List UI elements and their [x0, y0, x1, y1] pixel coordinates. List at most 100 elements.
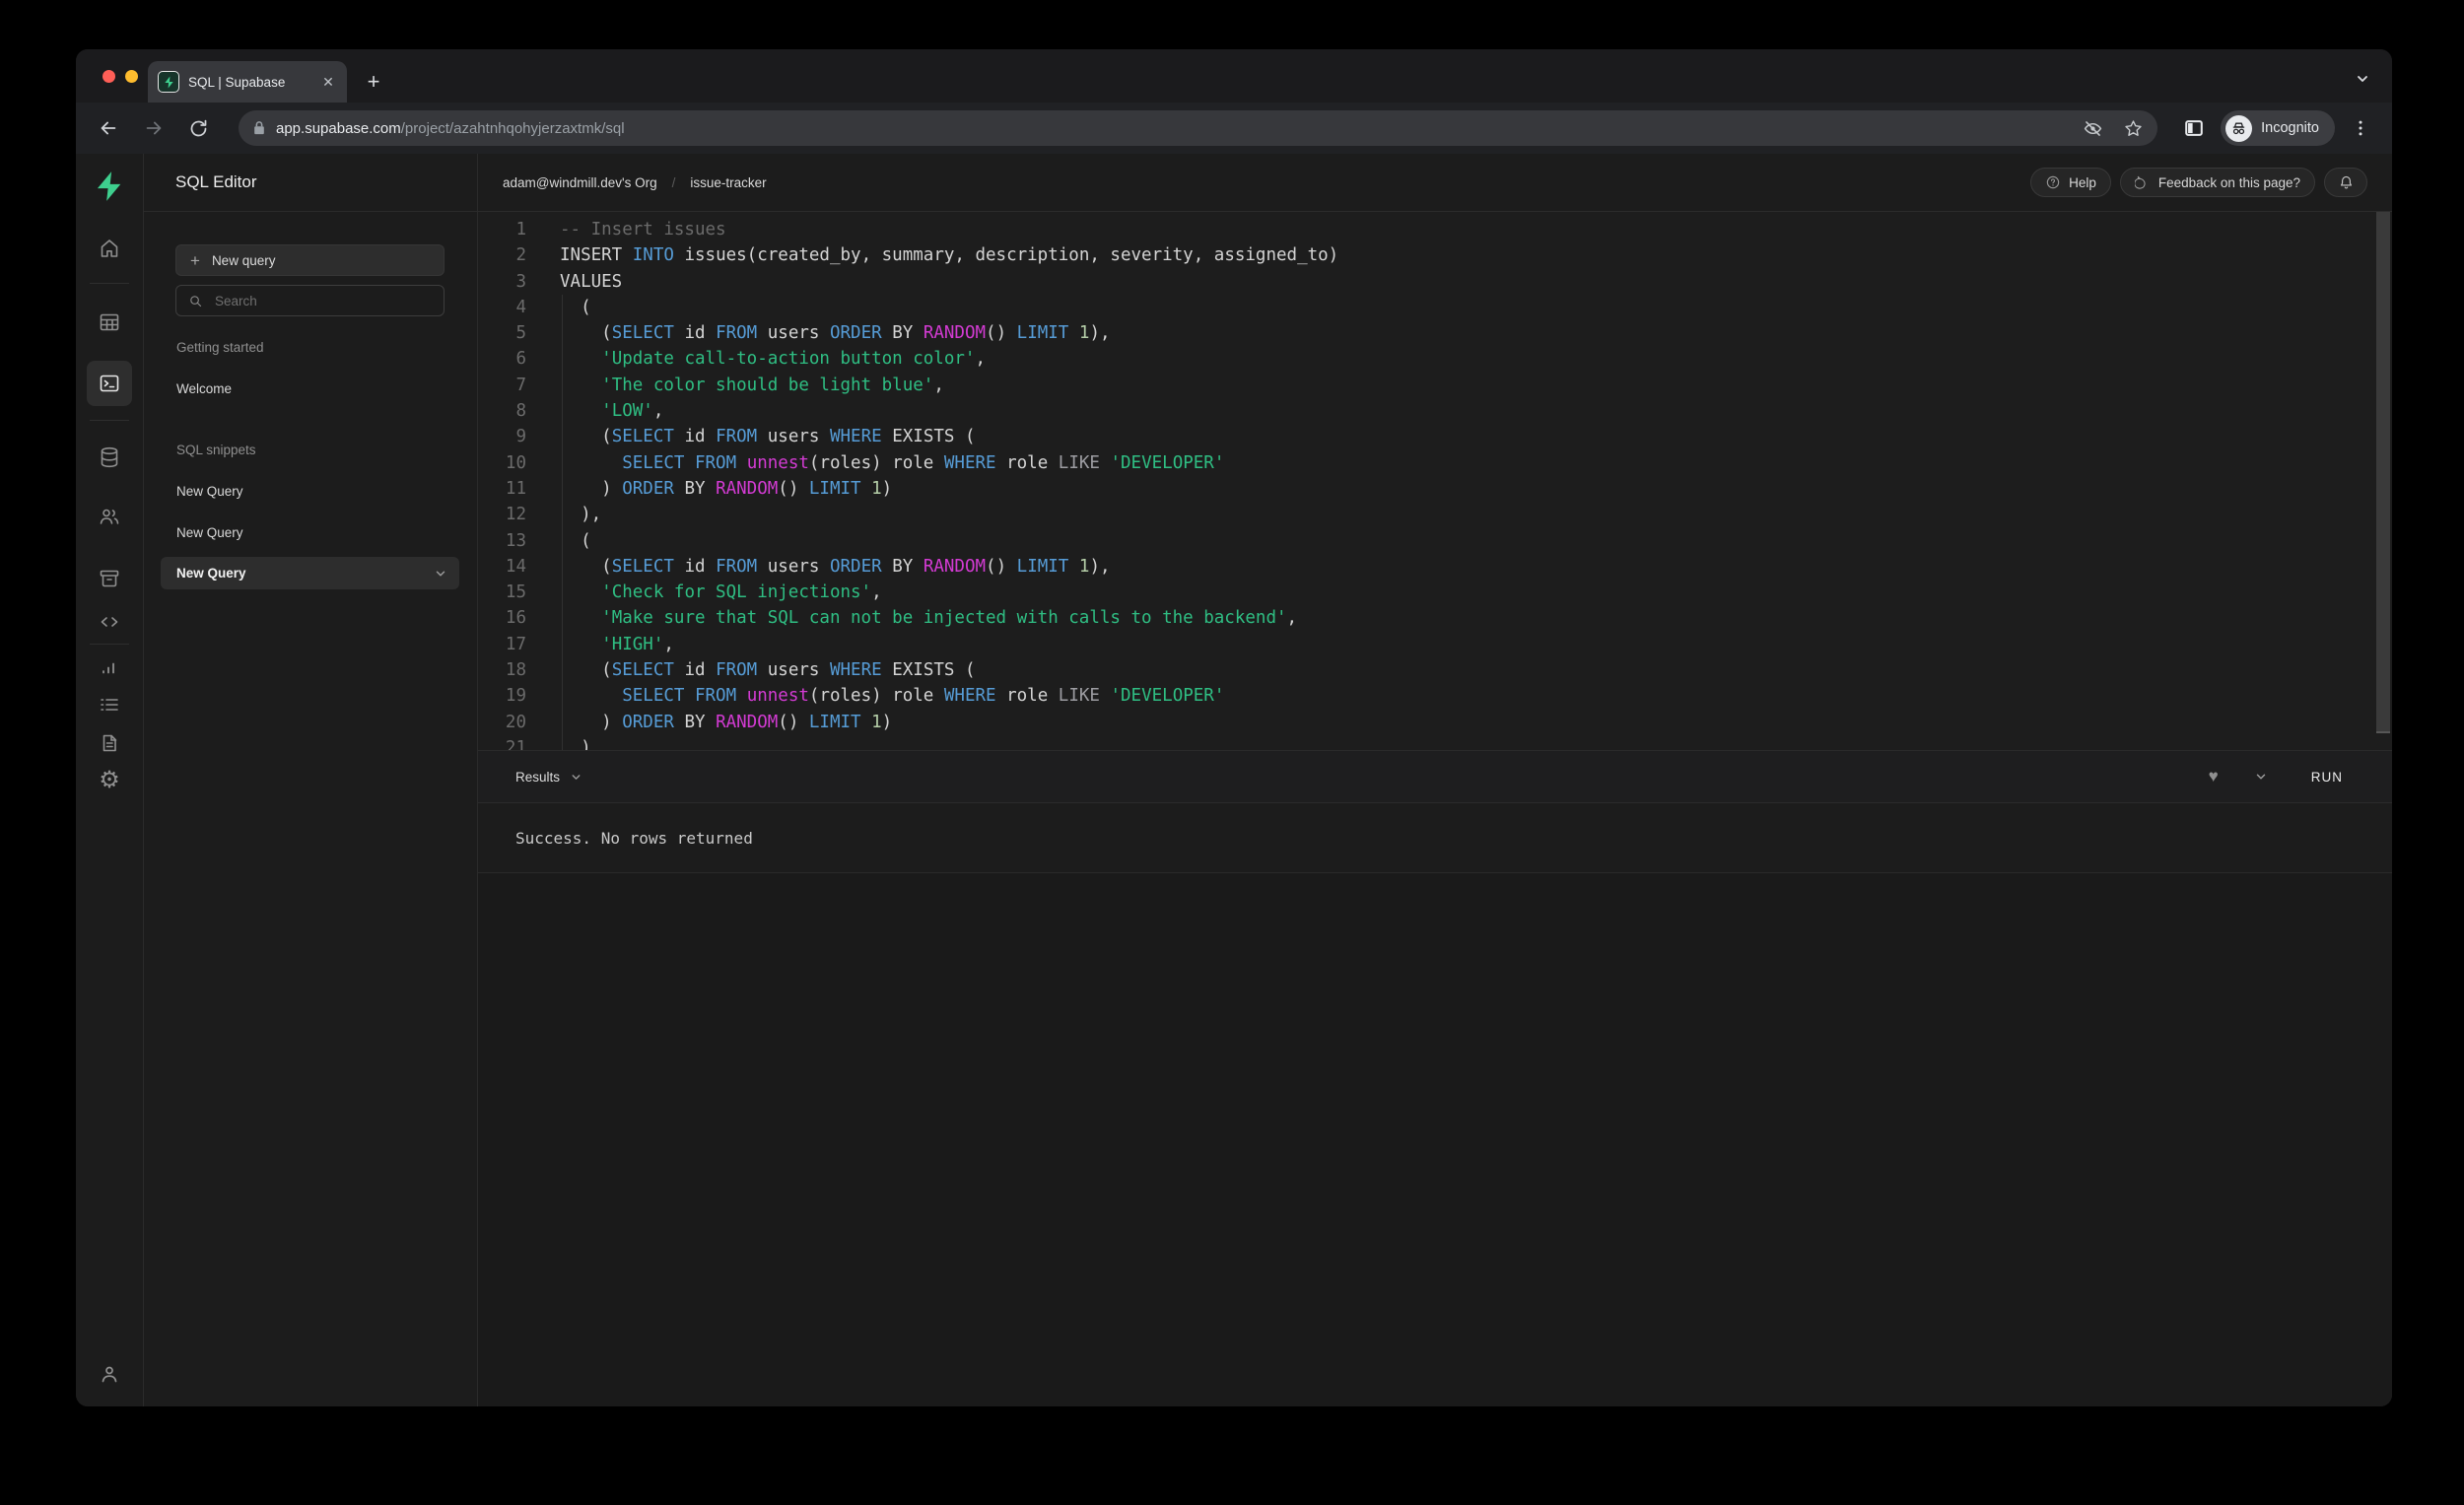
- table-editor-icon[interactable]: [98, 310, 121, 334]
- code-line[interactable]: 10 SELECT FROM unnest(roles) role WHERE …: [478, 450, 2392, 476]
- account-icon[interactable]: [98, 1362, 121, 1386]
- code-token: LIKE: [1058, 686, 1100, 707]
- storage-icon[interactable]: [98, 567, 121, 590]
- snippet-item[interactable]: Welcome: [175, 368, 445, 409]
- code-line[interactable]: 8 'LOW',: [478, 398, 2392, 424]
- code-token: id: [673, 323, 717, 344]
- code-text: ) ORDER BY RANDOM() LIMIT 1): [526, 476, 892, 502]
- tab-close-icon[interactable]: ✕: [319, 73, 337, 91]
- favorite-heart-icon[interactable]: ♥: [2209, 767, 2219, 787]
- code-token: (: [560, 660, 612, 681]
- api-docs-icon[interactable]: [98, 731, 121, 755]
- line-number: 8: [515, 401, 526, 422]
- results-bar: Results ♥ RUN: [478, 750, 2392, 803]
- back-icon[interactable]: [98, 117, 119, 139]
- side-panel-icon[interactable]: [2183, 117, 2205, 139]
- new-query-button[interactable]: + New query: [175, 244, 445, 276]
- app-sidebar: ⚙: [76, 154, 144, 1406]
- minimize-window-button[interactable]: [125, 70, 138, 83]
- help-button[interactable]: Help: [2030, 168, 2111, 197]
- code-line[interactable]: 9 (SELECT id FROM users WHERE EXISTS (: [478, 424, 2392, 449]
- sql-code-editor[interactable]: 1 -- Insert issues 2 INSERT INTO issues(cre…: [478, 212, 2392, 750]
- code-token: FROM: [716, 323, 758, 344]
- code-token: id: [673, 427, 717, 447]
- supabase-logo-icon[interactable]: [93, 170, 126, 203]
- code-line[interactable]: 2 INSERT INTO issues(created_by, summary,…: [478, 242, 2392, 268]
- code-line[interactable]: 13 (: [478, 528, 2392, 554]
- snippet-item[interactable]: New Query: [175, 512, 445, 553]
- database-icon[interactable]: [98, 445, 121, 469]
- search-input[interactable]: [213, 292, 432, 309]
- breadcrumb-org[interactable]: adam@windmill.dev's Org: [503, 175, 657, 190]
- browser-menu-icon[interactable]: [2351, 118, 2370, 138]
- main-area: adam@windmill.dev's Org / issue-tracker …: [478, 154, 2392, 1406]
- code-line[interactable]: 6 'Update call-to-action button color',: [478, 346, 2392, 372]
- snippet-item[interactable]: New Query: [175, 470, 445, 512]
- results-dropdown[interactable]: Results: [515, 770, 582, 785]
- breadcrumb-project[interactable]: issue-tracker: [690, 175, 766, 190]
- auth-users-icon[interactable]: [98, 505, 121, 528]
- incognito-badge[interactable]: Incognito: [2221, 110, 2335, 146]
- forward-icon[interactable]: [143, 117, 165, 139]
- code-line[interactable]: 1 -- Insert issues: [478, 217, 2392, 242]
- line-number: 4: [515, 297, 526, 317]
- sidebar-divider: [90, 420, 129, 421]
- code-line[interactable]: 17 'HIGH',: [478, 632, 2392, 657]
- code-line[interactable]: 11 ) ORDER BY RANDOM() LIMIT 1): [478, 476, 2392, 502]
- tab-strip-chevron-icon[interactable]: [2355, 71, 2370, 92]
- code-token: FROM: [716, 556, 758, 577]
- settings-gear-icon[interactable]: ⚙: [99, 769, 120, 792]
- close-window-button[interactable]: [103, 70, 115, 83]
- notifications-button[interactable]: [2324, 168, 2367, 197]
- tab-title: SQL | Supabase: [188, 74, 286, 90]
- logs-icon[interactable]: [98, 693, 121, 717]
- code-token: FROM: [716, 427, 758, 447]
- code-line[interactable]: 14 (SELECT id FROM users ORDER BY RANDOM…: [478, 554, 2392, 580]
- code-token: 'DEVELOPER': [1110, 452, 1225, 473]
- code-line[interactable]: 15 'Check for SQL injections',: [478, 580, 2392, 605]
- new-tab-button[interactable]: +: [361, 69, 386, 95]
- tab-strip: SQL | Supabase ✕ +: [76, 49, 2392, 103]
- code-token: VALUES: [560, 271, 623, 292]
- code-line[interactable]: 20 ) ORDER BY RANDOM() LIMIT 1): [478, 710, 2392, 735]
- run-options-chevron-icon[interactable]: [2254, 770, 2268, 784]
- code-token: 'HIGH': [601, 634, 664, 654]
- search-box[interactable]: [175, 285, 445, 316]
- sql-editor-icon[interactable]: [98, 372, 121, 395]
- code-token: BY: [881, 323, 924, 344]
- code-line[interactable]: 4 (: [478, 295, 2392, 320]
- code-text: ),: [526, 735, 601, 750]
- code-token: LIMIT: [808, 712, 861, 732]
- url-bar[interactable]: app.supabase.com/project/azahtnhqohyjerz…: [239, 110, 2158, 146]
- editor-scrollbar-thumb[interactable]: [2376, 212, 2390, 733]
- home-icon[interactable]: [98, 237, 121, 260]
- reports-icon[interactable]: [98, 655, 121, 679]
- incognito-label: Incognito: [2261, 120, 2319, 136]
- reload-icon[interactable]: [188, 118, 209, 139]
- line-number: 6: [515, 349, 526, 370]
- code-line[interactable]: 19 SELECT FROM unnest(roles) role WHERE …: [478, 683, 2392, 709]
- edge-functions-icon[interactable]: [98, 610, 121, 634]
- code-token: ,: [1286, 608, 1298, 629]
- code-line[interactable]: 21 ),: [478, 735, 2392, 750]
- chat-bubble-icon: [2134, 174, 2151, 190]
- code-token: ,: [652, 401, 664, 422]
- code-text: (: [526, 295, 591, 320]
- sidebar-divider: [90, 283, 129, 284]
- code-line[interactable]: 7 'The color should be light blue',: [478, 373, 2392, 398]
- code-line[interactable]: 18 (SELECT id FROM users WHERE EXISTS (: [478, 657, 2392, 683]
- code-line[interactable]: 5 (SELECT id FROM users ORDER BY RANDOM(…: [478, 320, 2392, 346]
- chevron-down-icon[interactable]: [434, 567, 447, 581]
- line-number: 2: [515, 245, 526, 266]
- breadcrumb: adam@windmill.dev's Org / issue-tracker: [503, 175, 767, 190]
- code-line[interactable]: 16 'Make sure that SQL can not be inject…: [478, 605, 2392, 631]
- browser-tab[interactable]: SQL | Supabase ✕: [148, 61, 347, 103]
- run-button[interactable]: RUN: [2311, 770, 2343, 785]
- code-line[interactable]: 12 ),: [478, 502, 2392, 527]
- eye-off-icon[interactable]: [2083, 118, 2103, 139]
- feedback-button[interactable]: Feedback on this page?: [2119, 168, 2315, 197]
- code-line[interactable]: 3 VALUES: [478, 269, 2392, 295]
- snippet-item-active[interactable]: New Query: [161, 557, 459, 589]
- bookmark-star-icon[interactable]: [2123, 118, 2144, 139]
